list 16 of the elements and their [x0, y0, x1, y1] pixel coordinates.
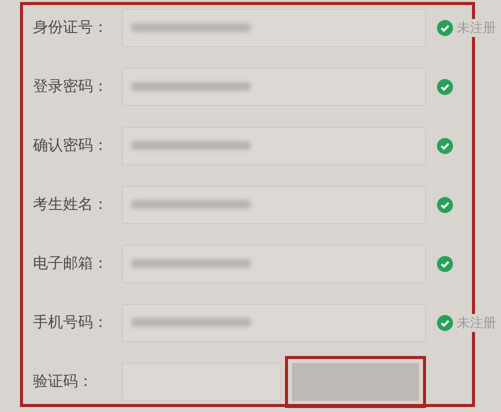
status-text: 未注册 [457, 18, 496, 36]
field-label: 手机号码： [32, 313, 109, 332]
field-label: 确认密码： [32, 136, 109, 155]
status-text: 未注册 [457, 314, 496, 332]
captcha-button[interactable] [292, 362, 419, 400]
field-label: 电子邮箱： [32, 254, 109, 273]
input-field[interactable] [122, 8, 426, 46]
field-label: 登录密码： [32, 77, 109, 96]
field-label: 验证码： [32, 372, 94, 391]
input-field[interactable] [122, 304, 426, 342]
field-label: 身份证号： [32, 18, 109, 37]
input-field[interactable] [122, 244, 426, 282]
input-field[interactable] [122, 126, 426, 164]
input-field[interactable] [122, 186, 426, 224]
input-field[interactable] [122, 68, 426, 106]
field-label: 考生姓名： [32, 195, 109, 214]
